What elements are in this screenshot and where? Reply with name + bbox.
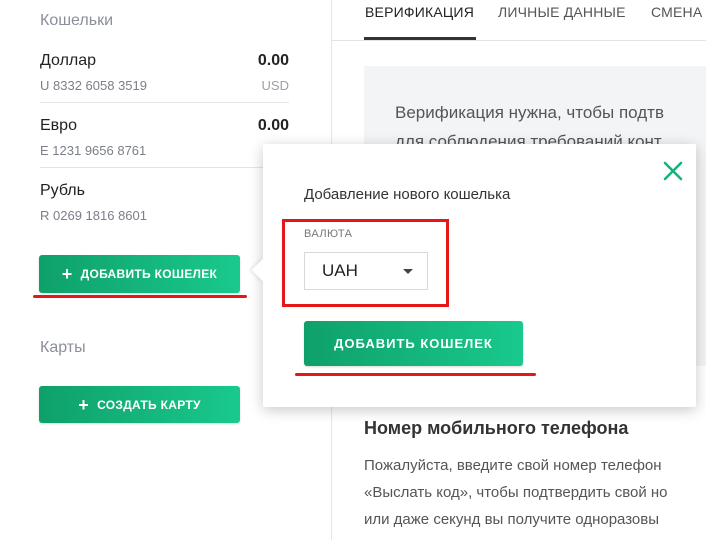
wallet-amount: 0.00: [257, 52, 289, 69]
popup-title: Добавление нового кошелька: [304, 186, 511, 203]
submit-add-wallet-button[interactable]: ДОБАВИТЬ КОШЕЛЕК: [304, 321, 523, 366]
wallet-number: E 1231 9656 8761: [40, 143, 147, 158]
plus-icon: +: [61, 264, 73, 284]
highlight-underline: [33, 295, 247, 298]
cards-section-title: Карты: [40, 339, 86, 356]
phone-section-title: Номер мобильного телефона: [364, 418, 629, 438]
close-icon[interactable]: [662, 160, 684, 182]
add-wallet-popup: Добавление нового кошелька ВАЛЮТА UAH ДО…: [251, 144, 696, 407]
tabs-bar: ВЕРИФИКАЦИЯ ЛИЧНЫЕ ДАННЫЕ СМЕНА: [332, 0, 706, 41]
phone-line: или даже секунд вы получите одноразовы: [364, 511, 660, 528]
divider: [40, 102, 289, 103]
create-card-label: СОЗДАТЬ КАРТУ: [97, 397, 201, 412]
divider: [40, 167, 289, 168]
wallet-number: U 8332 6058 3519: [40, 78, 147, 93]
highlight-underline: [295, 373, 536, 376]
chevron-down-icon: [403, 269, 413, 274]
phone-line: «Выслать код», чтобы подтвердить свой но: [364, 484, 668, 501]
submit-label: ДОБАВИТЬ КОШЕЛЕК: [334, 336, 493, 351]
wallet-number: R 0269 1816 8601: [40, 208, 147, 223]
add-wallet-button[interactable]: + ДОБАВИТЬ КОШЕЛЕК: [39, 255, 240, 293]
plus-icon: +: [78, 394, 90, 415]
add-wallet-label: ДОБАВИТЬ КОШЕЛЕК: [80, 267, 218, 281]
wallet-name: Доллар: [40, 52, 97, 69]
currency-label: ВАЛЮТА: [304, 228, 353, 240]
tab-change[interactable]: СМЕНА: [651, 4, 702, 20]
wallet-name: Рубль: [40, 182, 85, 199]
currency-select[interactable]: UAH: [304, 252, 428, 290]
wallet-name: Евро: [40, 117, 77, 134]
create-card-button[interactable]: + СОЗДАТЬ КАРТУ: [39, 386, 240, 423]
phone-line: Пожалуйста, введите свой номер телефон: [364, 457, 662, 474]
tab-personal-data[interactable]: ЛИЧНЫЕ ДАННЫЕ: [498, 4, 626, 20]
currency-value: UAH: [322, 261, 358, 280]
wallets-section-title: Кошельки: [40, 12, 114, 29]
wallet-amount: 0.00: [257, 117, 289, 134]
phone-section-text: Пожалуйста, введите свой номер телефон «…: [364, 452, 706, 533]
tab-verification[interactable]: ВЕРИФИКАЦИЯ: [365, 4, 474, 20]
active-tab-indicator: [364, 37, 476, 40]
wallet-currency: USD: [261, 78, 289, 93]
info-line: Верификация нужна, чтобы подтв: [395, 103, 665, 122]
